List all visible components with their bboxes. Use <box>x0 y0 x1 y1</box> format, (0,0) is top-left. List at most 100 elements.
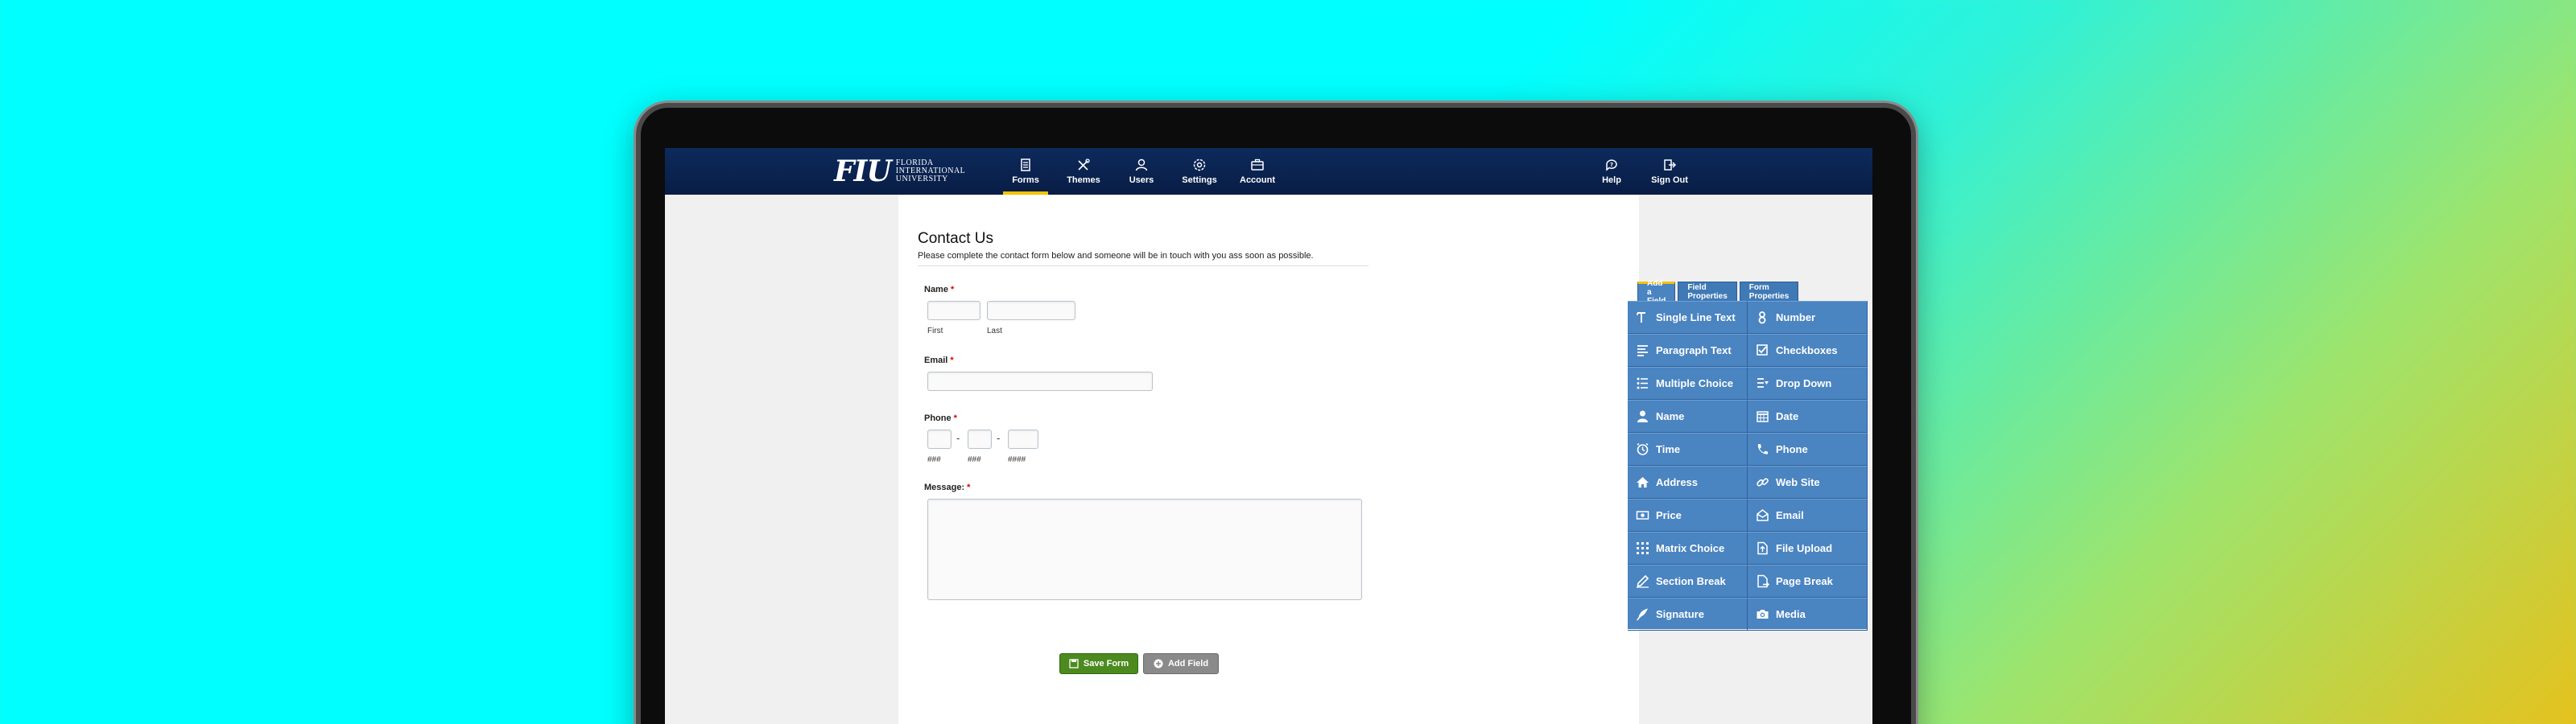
title-divider <box>918 265 1368 266</box>
phone-field-label[interactable]: Phone * <box>924 413 957 423</box>
name-field-label[interactable]: Name * <box>924 285 954 294</box>
tab-form-properties[interactable]: Form Properties <box>1739 282 1799 301</box>
field-label: Signature <box>1656 608 1704 620</box>
nav-item-account[interactable]: Account <box>1228 148 1286 195</box>
calendar-icon <box>1757 411 1769 422</box>
field-drop-down[interactable]: Drop Down <box>1748 367 1868 400</box>
field-phone[interactable]: Phone <box>1748 433 1868 466</box>
last-name-input[interactable] <box>987 301 1075 320</box>
field-paragraph-text[interactable]: Paragraph Text <box>1628 334 1748 367</box>
field-web-site[interactable]: Web Site <box>1748 466 1868 499</box>
field-price[interactable]: Price <box>1628 499 1748 532</box>
nav-label: Users <box>1129 175 1154 185</box>
person-icon <box>1637 410 1648 422</box>
field-multiple-choice[interactable]: Multiple Choice <box>1628 367 1748 400</box>
field-address[interactable]: Address <box>1628 466 1748 499</box>
button-label: Add Field <box>1167 659 1209 668</box>
camera-icon <box>1757 610 1769 619</box>
phone-prefix-input[interactable] <box>968 430 992 449</box>
field-single-line-text[interactable]: Single Line Text <box>1628 301 1748 334</box>
save-icon <box>1069 659 1079 668</box>
forms-icon <box>1021 158 1030 171</box>
pencil-icon <box>1637 574 1649 588</box>
field-name[interactable]: Name <box>1628 400 1748 433</box>
nav-item-sign-out[interactable]: Sign Out <box>1641 148 1699 195</box>
field-label: File Upload <box>1776 542 1833 554</box>
form-builder-canvas: Contact Us Please complete the contact f… <box>898 195 1868 724</box>
email-field-label[interactable]: Email * <box>924 356 954 365</box>
clock-icon <box>1637 442 1649 455</box>
field-page-break[interactable]: Page Break <box>1748 565 1868 598</box>
message-textarea[interactable] <box>927 499 1362 600</box>
field-email[interactable]: Email <box>1748 499 1868 532</box>
main-nav: Forms Themes Users Settings Account <box>997 148 1286 195</box>
nav-label: Help <box>1602 175 1621 185</box>
nav-label: Sign Out <box>1651 175 1688 185</box>
field-media[interactable]: Media <box>1748 598 1868 631</box>
form-description[interactable]: Please complete the contact form below a… <box>918 251 1314 261</box>
add-field-button[interactable]: Add Field <box>1143 653 1219 674</box>
nav-item-forms[interactable]: Forms <box>997 148 1055 195</box>
nav-item-users[interactable]: Users <box>1113 148 1170 195</box>
right-nav: ? Help Sign Out <box>1583 148 1699 195</box>
phone-line-sublabel: #### <box>1008 455 1026 464</box>
nav-label: Settings <box>1182 175 1217 185</box>
message-field-label[interactable]: Message: * <box>924 483 970 492</box>
email-icon <box>1757 509 1769 521</box>
fiu-logo[interactable]: FIU FLORIDA INTERNATIONAL UNIVERSITY <box>834 157 965 186</box>
field-checkboxes[interactable]: Checkboxes <box>1748 334 1868 367</box>
tab-field-properties[interactable]: Field Properties <box>1678 282 1737 301</box>
field-file-upload[interactable]: File Upload <box>1748 532 1868 565</box>
phone-prefix-sublabel: ### <box>968 455 981 464</box>
paragraph-icon <box>1637 345 1648 356</box>
nav-item-help[interactable]: ? Help <box>1583 148 1641 195</box>
save-form-button[interactable]: Save Form <box>1059 653 1138 674</box>
field-matrix-choice[interactable]: Matrix Choice <box>1628 532 1748 565</box>
top-navigation-bar: FIU FLORIDA INTERNATIONAL UNIVERSITY For… <box>665 148 1872 195</box>
tab-add-a-field[interactable]: Add a Field <box>1637 279 1676 306</box>
field-label: Single Line Text <box>1656 311 1736 323</box>
label-text: Email <box>924 356 948 365</box>
users-icon <box>1135 158 1148 171</box>
label-text: Phone <box>924 413 952 423</box>
field-label: Media <box>1776 608 1806 620</box>
field-label: Time <box>1656 443 1681 455</box>
nav-label: Themes <box>1067 175 1100 185</box>
field-label: Page Break <box>1776 575 1833 587</box>
first-name-input[interactable] <box>927 301 980 320</box>
required-mark: * <box>953 413 957 423</box>
field-label: Price <box>1656 509 1682 521</box>
field-section-break[interactable]: Section Break <box>1628 565 1748 598</box>
field-time[interactable]: Time <box>1628 433 1748 466</box>
form-title[interactable]: Contact Us <box>918 230 993 248</box>
nav-label: Account <box>1240 175 1275 185</box>
field-number[interactable]: Number <box>1748 301 1868 334</box>
first-name-sublabel: First <box>927 327 943 335</box>
builder-panel-tabs: Add a Field Field Properties Form Proper… <box>1637 279 1799 306</box>
phone-dash: - <box>956 433 960 444</box>
field-label: Section Break <box>1656 575 1726 587</box>
field-signature[interactable]: Signature <box>1628 598 1748 631</box>
page-icon <box>1757 574 1769 588</box>
app-screen: FIU FLORIDA INTERNATIONAL UNIVERSITY For… <box>665 148 1872 724</box>
nav-item-themes[interactable]: Themes <box>1055 148 1113 195</box>
price-icon <box>1636 511 1649 520</box>
nav-item-settings[interactable]: Settings <box>1170 148 1228 195</box>
field-date[interactable]: Date <box>1748 400 1868 433</box>
svg-text:?: ? <box>1610 162 1613 168</box>
phone-line-input[interactable] <box>1008 430 1038 449</box>
logo-wordmark: FLORIDA INTERNATIONAL UNIVERSITY <box>896 159 966 183</box>
field-label: Address <box>1656 476 1699 488</box>
required-mark: * <box>967 483 971 492</box>
phone-area-input[interactable] <box>927 430 952 449</box>
settings-icon <box>1193 158 1206 171</box>
email-input[interactable] <box>927 372 1153 391</box>
field-label: Web Site <box>1776 476 1820 488</box>
phone-area-sublabel: ### <box>927 455 941 464</box>
field-label: Phone <box>1776 443 1808 455</box>
field-label: Checkboxes <box>1776 344 1838 356</box>
field-label: Multiple Choice <box>1656 377 1734 389</box>
link-icon <box>1757 478 1769 487</box>
themes-icon <box>1078 158 1090 171</box>
field-label: Email <box>1776 509 1804 521</box>
